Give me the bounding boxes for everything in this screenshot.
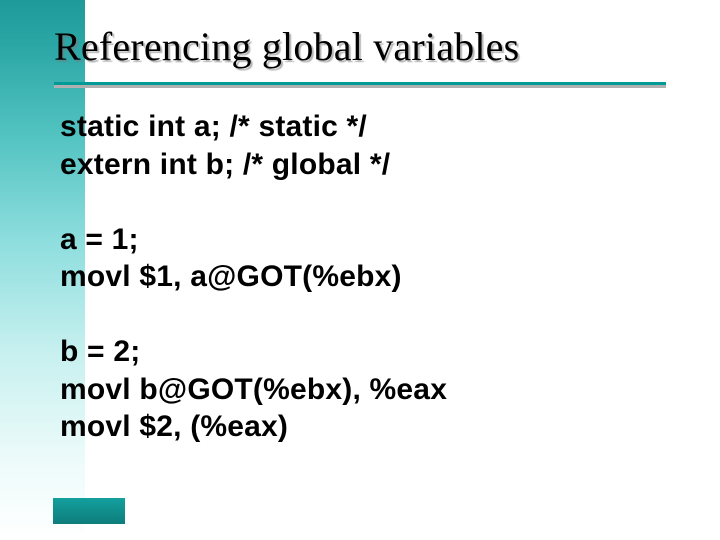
code-line-4: movl $1, a@GOT(%ebx) (60, 260, 402, 293)
page-title: Referencing global variables (54, 26, 666, 68)
code-line-7: movl $2, (%eax) (60, 410, 288, 443)
title-wrap: Referencing global variables (54, 26, 666, 68)
underline-line (54, 82, 666, 85)
slide: Referencing global variables static int … (0, 0, 720, 540)
underline-shadow (54, 85, 666, 88)
code-block: static int a; /* static */ extern int b;… (60, 108, 447, 446)
code-line-5: b = 2; (60, 335, 140, 368)
code-line-3: a = 1; (60, 223, 139, 256)
code-line-6: movl b@GOT(%ebx), %eax (60, 373, 447, 406)
code-line-2: extern int b; /* global */ (60, 148, 390, 181)
title-underline (54, 82, 666, 92)
code-line-1: static int a; /* static */ (60, 110, 367, 143)
accent-box (53, 498, 125, 524)
